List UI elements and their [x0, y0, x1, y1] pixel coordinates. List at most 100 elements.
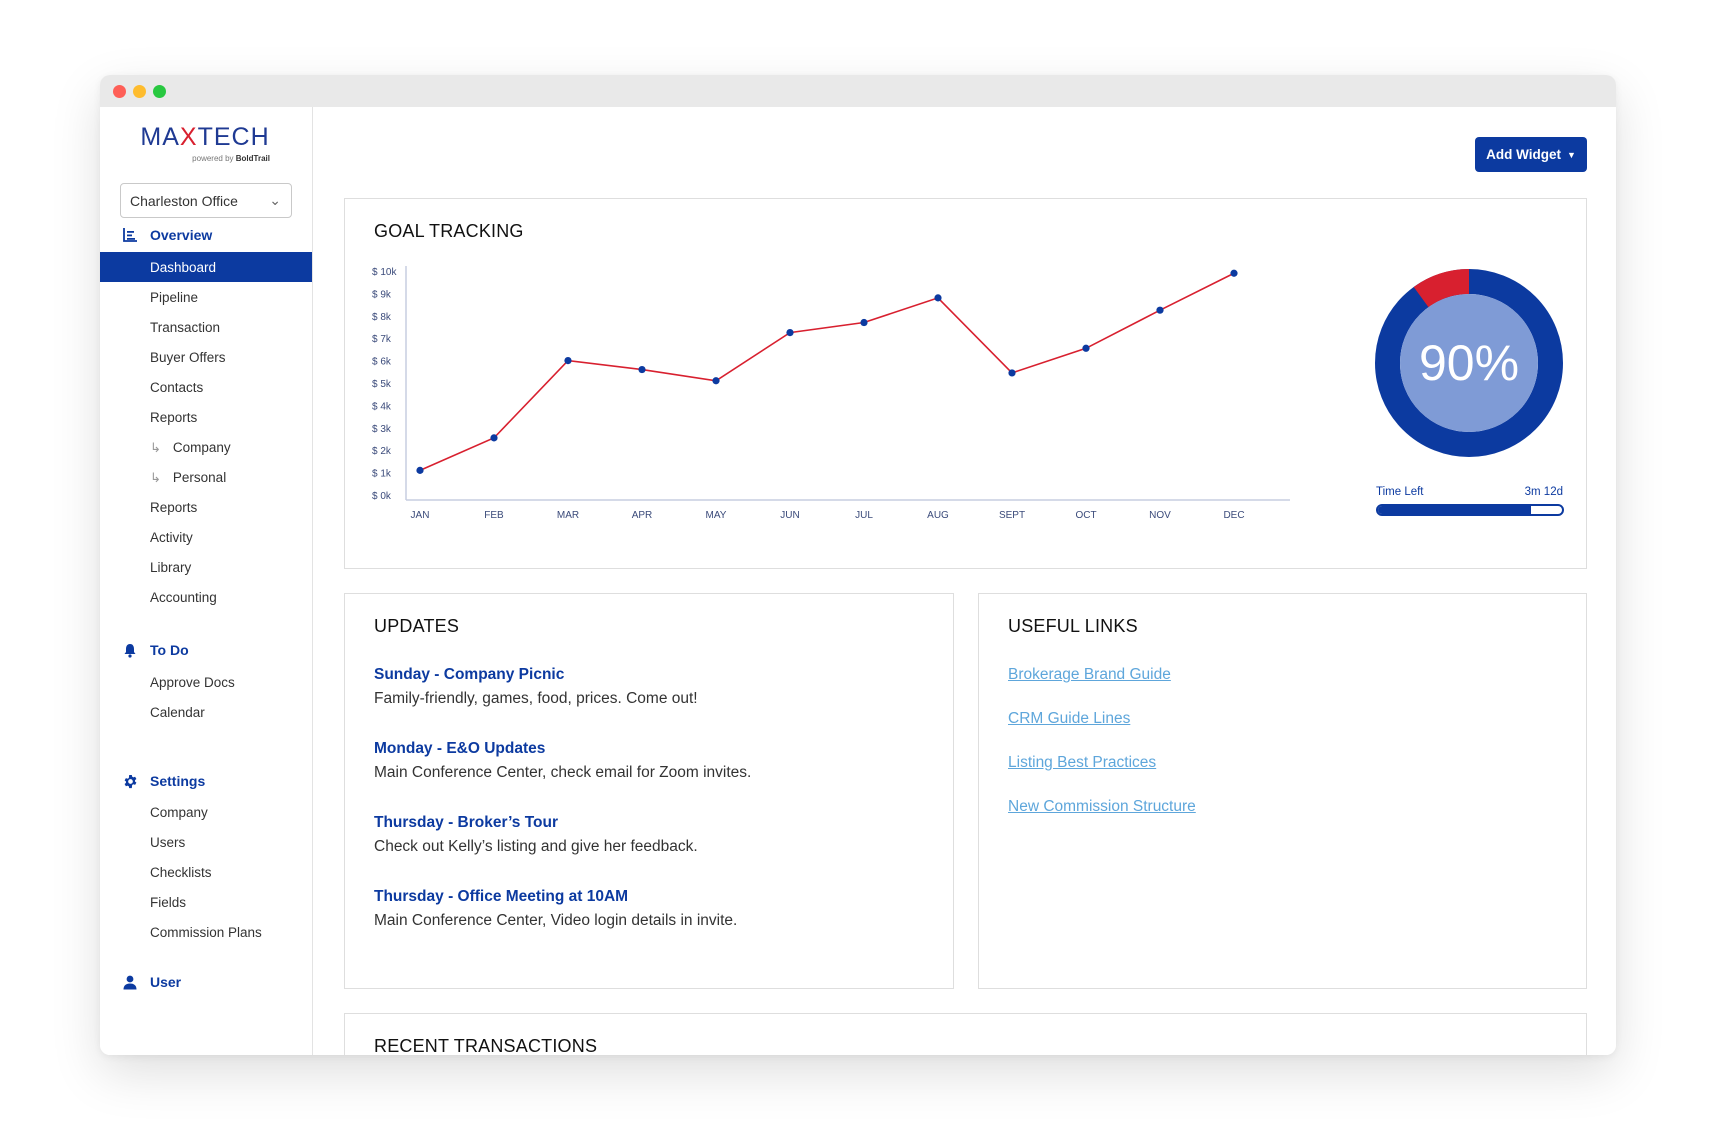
time-left-label: Time Left	[1376, 486, 1424, 498]
goal-tracking-card: GOAL TRACKING $ 0k $ 1k $ 2k $ 3k $ 4k $ 5k $ …	[344, 198, 1587, 569]
sidebar-item-reports-company[interactable]: ↳ Company	[100, 432, 312, 462]
bell-icon	[122, 642, 138, 658]
sidebar-item-contacts[interactable]: Contacts	[100, 372, 312, 402]
chevron-down-icon: ⌄	[269, 192, 281, 208]
x-tick-label: NOV	[1149, 510, 1171, 521]
x-tick-label: JUN	[780, 510, 799, 521]
add-widget-button[interactable]: Add Widget ▼	[1475, 137, 1587, 172]
time-left-progress-fill	[1378, 506, 1531, 514]
close-window-button[interactable]	[113, 85, 126, 98]
sidebar-item-buyer-offers[interactable]: Buyer Offers	[100, 342, 312, 372]
y-tick-label: $ 7k	[372, 334, 392, 345]
updates-title: UPDATES	[374, 616, 460, 636]
y-tick-label: $ 6k	[372, 357, 392, 368]
sidebar-item-fields[interactable]: Fields	[100, 887, 312, 917]
subitem-arrow-icon: ↳	[150, 440, 161, 455]
user-icon	[122, 974, 138, 990]
y-tick-label: $ 1k	[372, 469, 392, 480]
nav-section-overview[interactable]: Overview	[122, 224, 212, 246]
caret-down-icon: ▼	[1566, 149, 1576, 160]
window-titlebar	[100, 75, 1616, 107]
series-line	[419, 272, 1235, 472]
data-point	[490, 434, 498, 442]
x-tick-label: SEPT	[999, 510, 1025, 521]
update-item: Thursday - Broker’s Tour Check out Kelly…	[374, 814, 698, 856]
update-title-link[interactable]: Thursday - Broker’s Tour	[374, 814, 698, 832]
x-tick-label: OCT	[1075, 510, 1096, 521]
x-tick-label: JUL	[855, 510, 873, 521]
y-tick-label: $ 3k	[372, 424, 392, 435]
minimize-window-button[interactable]	[133, 85, 146, 98]
x-tick-label: MAY	[706, 510, 727, 521]
sidebar-item-activity[interactable]: Activity	[100, 522, 312, 552]
time-left-value: 3m 12d	[1524, 486, 1563, 498]
logo[interactable]: MAXTECH powered by BoldTrail	[140, 123, 270, 163]
app-window: MAXTECH powered by BoldTrail Charleston …	[100, 75, 1616, 1055]
logo-wordmark: MAXTECH	[140, 123, 270, 151]
recent-transactions-card: RECENT TRANSACTIONS	[344, 1013, 1587, 1055]
data-point	[1156, 306, 1164, 314]
sidebar-item-label: Company	[172, 440, 231, 455]
update-title-link[interactable]: Sunday - Company Picnic	[374, 666, 698, 684]
useful-link-listing-practices[interactable]: Listing Best Practices	[1008, 754, 1156, 772]
sidebar-item-calendar[interactable]: Calendar	[100, 697, 312, 727]
update-item: Monday - E&O Updates Main Conference Cen…	[374, 740, 751, 782]
sidebar-item-approve-docs[interactable]: Approve Docs	[100, 667, 312, 697]
update-item: Sunday - Company Picnic Family-friendly,…	[374, 666, 698, 708]
y-tick-label: $ 8k	[372, 312, 392, 323]
update-title-link[interactable]: Thursday - Office Meeting at 10AM	[374, 888, 737, 906]
data-point	[786, 329, 794, 337]
sidebar-item-dashboard[interactable]: Dashboard	[100, 252, 312, 282]
logo-tagline: powered by BoldTrail	[192, 154, 270, 163]
sidebar-item-accounting[interactable]: Accounting	[100, 582, 312, 612]
subitem-arrow-icon: ↳	[150, 470, 161, 485]
nav-section-label: Settings	[150, 773, 206, 789]
goal-percent-label: 90%	[1418, 335, 1520, 391]
useful-link-brand-guide[interactable]: Brokerage Brand Guide	[1008, 666, 1171, 684]
update-title-link[interactable]: Monday - E&O Updates	[374, 740, 751, 758]
x-tick-label: JAN	[411, 510, 430, 521]
data-point	[712, 377, 720, 385]
sidebar-item-settings-company[interactable]: Company	[100, 797, 312, 827]
time-left-progress-bar	[1376, 504, 1564, 516]
useful-links-title: USEFUL LINKS	[1008, 616, 1138, 636]
sidebar-item-reports-personal[interactable]: ↳ Personal	[100, 462, 312, 492]
y-tick-label: $ 10k	[372, 267, 397, 278]
sidebar: MAXTECH powered by BoldTrail Charleston …	[100, 107, 313, 1055]
nav-section-settings[interactable]: Settings	[122, 770, 205, 792]
y-tick-label: $ 5k	[372, 379, 392, 390]
sidebar-item-reports[interactable]: Reports	[100, 402, 312, 432]
add-widget-label: Add Widget	[1486, 147, 1561, 162]
sidebar-item-pipeline[interactable]: Pipeline	[100, 282, 312, 312]
nav-section-todo[interactable]: To Do	[122, 639, 189, 661]
y-tick-label: $ 0k	[372, 491, 392, 502]
useful-link-commission-structure[interactable]: New Commission Structure	[1008, 798, 1196, 816]
update-body: Main Conference Center, check email for …	[374, 764, 752, 781]
gear-icon	[122, 773, 138, 789]
x-tick-label: APR	[632, 510, 653, 521]
sidebar-item-users[interactable]: Users	[100, 827, 312, 857]
y-tick-label: $ 9k	[372, 289, 392, 300]
nav-section-label: User	[150, 974, 182, 990]
nav-section-user[interactable]: User	[122, 971, 181, 993]
goal-line-chart: $ 0k $ 1k $ 2k $ 3k $ 4k $ 5k $ 6k $ 7k $ 8k $ 9k…	[372, 266, 1290, 521]
bar-chart-icon	[122, 227, 138, 243]
data-point	[564, 357, 572, 365]
maximize-window-button[interactable]	[153, 85, 166, 98]
data-point	[934, 294, 942, 302]
main-content: Add Widget ▼ GOAL TRACKING $ 0k $ 1k $ 2k $…	[313, 107, 1616, 1055]
sidebar-item-library[interactable]: Library	[100, 552, 312, 582]
office-select[interactable]: Charleston Office ⌄	[120, 183, 292, 218]
nav-section-label: To Do	[150, 642, 189, 658]
data-point	[1008, 369, 1016, 377]
sidebar-item-reports-2[interactable]: Reports	[100, 492, 312, 522]
sidebar-item-transaction[interactable]: Transaction	[100, 312, 312, 342]
updates-card: UPDATES Sunday - Company Picnic Family-f…	[344, 593, 954, 989]
x-tick-label: AUG	[927, 510, 949, 521]
sidebar-item-commission-plans[interactable]: Commission Plans	[100, 917, 312, 947]
recent-transactions-title: RECENT TRANSACTIONS	[374, 1036, 598, 1055]
data-point	[638, 365, 646, 374]
sidebar-item-checklists[interactable]: Checklists	[100, 857, 312, 887]
data-point	[1082, 344, 1090, 352]
useful-link-crm-guide[interactable]: CRM Guide Lines	[1008, 710, 1130, 728]
